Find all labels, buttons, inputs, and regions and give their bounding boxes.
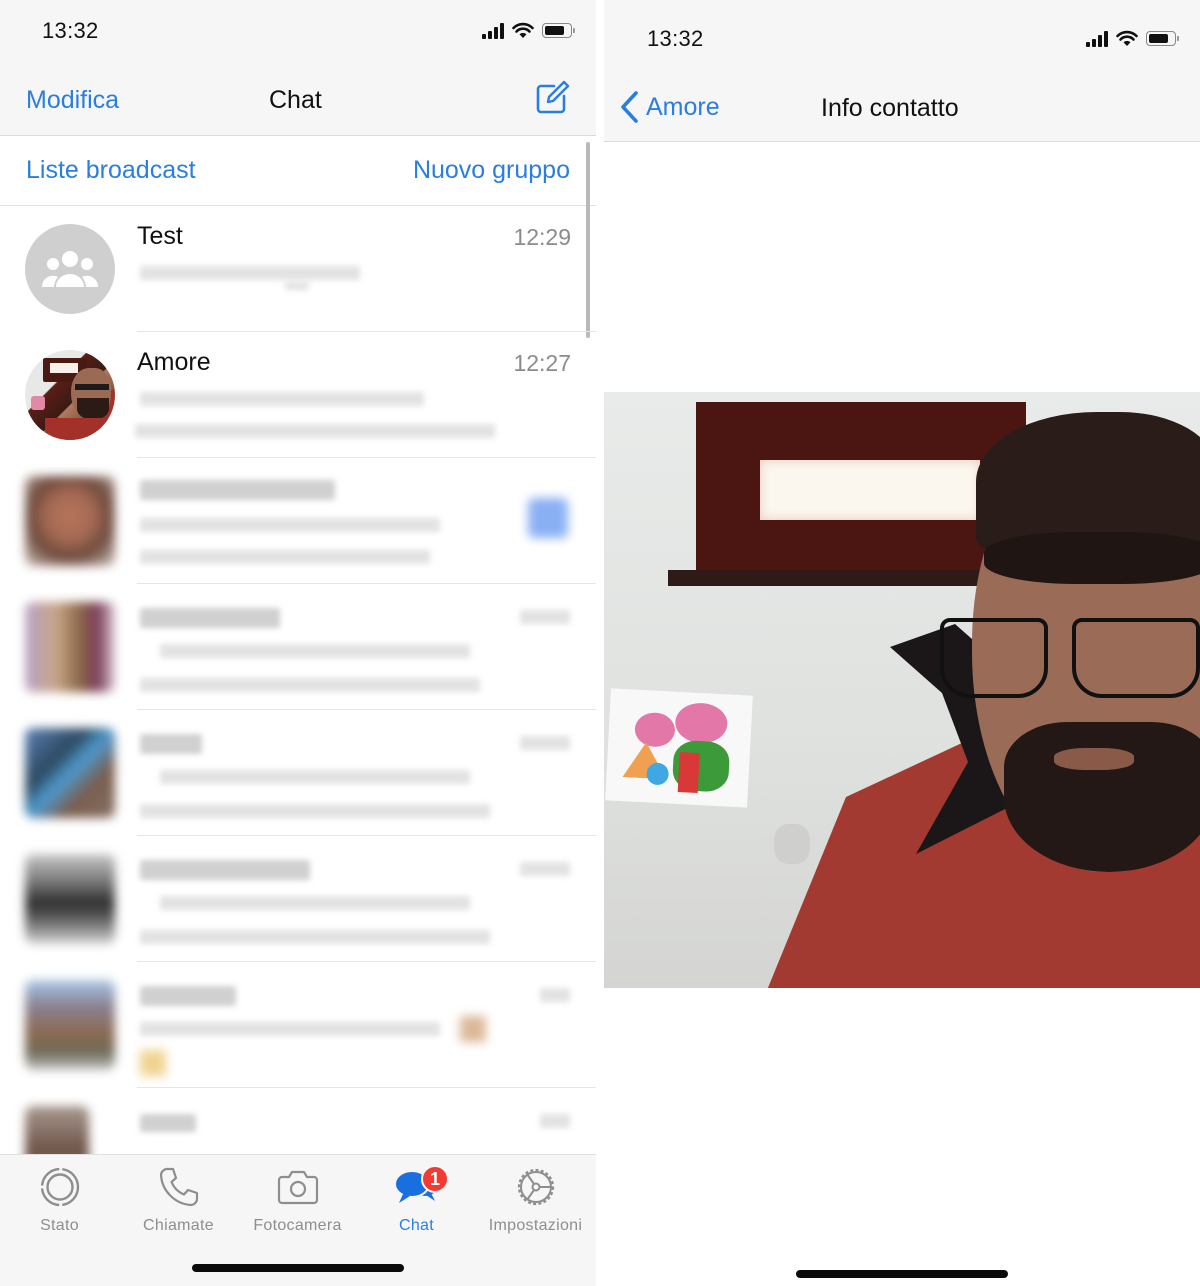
wall-drawing [605,688,753,808]
tab-status[interactable]: Stato [0,1163,119,1235]
avatar [25,476,115,566]
unread-badge: 1 [421,1165,449,1193]
tab-label: Chat [399,1217,434,1234]
chat-name-blurred [140,608,280,628]
avatar [25,728,115,818]
tab-camera[interactable]: Fotocamera [238,1163,357,1235]
chevron-left-icon [621,91,638,123]
status-icons [1086,30,1179,47]
chat-time-blurred [520,610,570,624]
settings-gear-icon [517,1168,554,1206]
tab-chat[interactable]: 1 Chat [357,1163,476,1235]
compose-icon[interactable] [534,80,570,116]
chat-row-blurred[interactable] [0,1088,596,1154]
battery-icon [542,23,575,38]
avatar [25,224,115,314]
chat-list-screen: 13:32 Modifica Chat Liste broadcast Nuov… [0,0,596,1286]
chat-time: 12:27 [513,350,571,376]
chat-preview-blurred [160,770,470,784]
status-time: 13:32 [647,26,704,51]
home-indicator [192,1264,404,1272]
status-time: 13:32 [42,18,99,43]
chat-time-blurred [520,736,570,750]
chat-name-blurred [140,480,335,500]
battery-icon [1146,31,1179,46]
phone-icon [159,1167,198,1207]
chat-name: Amore [137,348,211,376]
chat-row-blurred[interactable] [0,836,596,962]
chat-row-amore[interactable]: Amore 12:27 [0,332,596,458]
unread-badge-blurred [528,498,568,538]
edit-button[interactable]: Modifica [26,86,119,115]
tab-settings[interactable]: Impostazioni [476,1163,595,1235]
chat-row-test[interactable]: Test 12:29 [0,206,596,332]
chat-name: Test [137,222,183,250]
chat-time: 12:29 [513,224,571,250]
chat-row-blurred[interactable] [0,458,596,584]
chat-actions-bar: Liste broadcast Nuovo gruppo [0,136,596,206]
wifi-icon [512,22,534,38]
page-title: Chat [269,86,322,114]
group-icon [41,251,99,287]
status-bar: 13:32 [604,0,1200,62]
chat-name-blurred [140,734,202,754]
status-ring-icon [40,1167,79,1207]
chat-preview-blurred [160,896,470,910]
chat-row-blurred[interactable] [0,584,596,710]
wifi-icon [1116,30,1138,46]
new-group-link[interactable]: Nuovo gruppo [413,156,570,185]
nav-bar: Amore Info contatto [604,62,1200,142]
chat-time-blurred [540,1114,570,1128]
avatar [25,854,115,944]
page-title: Info contatto [821,94,959,122]
chat-time-blurred [540,988,570,1002]
back-button[interactable]: Amore [618,90,720,124]
cellular-signal-icon [1086,30,1108,47]
chat-preview-blurred [160,644,470,658]
back-label: Amore [646,92,720,121]
chat-list: Test 12:29 Amore 12:27 [0,206,596,1154]
avatar [25,980,115,1070]
broadcast-lists-link[interactable]: Liste broadcast [26,156,196,185]
chat-time-blurred [520,862,570,876]
status-icons [482,22,575,39]
cellular-signal-icon [482,22,504,39]
tab-bar: Stato Chiamate Fotocamera 1 Chat Imposta… [0,1154,596,1286]
nav-bar: Modifica Chat [0,62,596,136]
camera-icon [277,1170,318,1205]
avatar [25,602,115,692]
tab-label: Fotocamera [253,1217,342,1234]
tab-label: Chiamate [143,1217,214,1234]
status-bar: 13:32 [0,0,596,62]
avatar [25,350,115,440]
tab-calls[interactable]: Chiamate [119,1163,238,1235]
chat-row-blurred[interactable] [0,710,596,836]
tab-label: Impostazioni [488,1217,583,1234]
home-indicator [796,1270,1008,1278]
chat-preview-blurred [140,518,440,532]
chat-name-blurred [140,1114,196,1132]
chat-name-blurred [140,860,310,880]
chat-preview-blurred [140,1022,440,1036]
avatar [25,1106,89,1154]
chat-row-blurred[interactable] [0,962,596,1088]
chat-name-blurred [140,986,236,1006]
contact-info-screen: 13:32 Amore Info contatto [604,0,1200,1286]
contact-profile-photo[interactable] [604,392,1200,988]
tab-label: Stato [40,1217,79,1234]
